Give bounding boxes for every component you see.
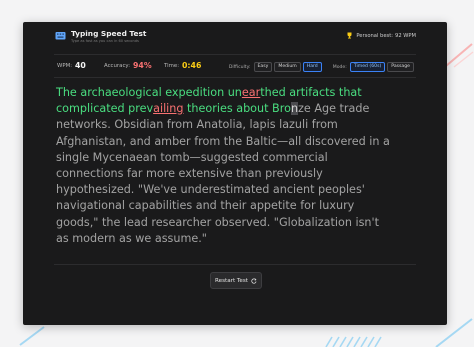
typing-passage[interactable]: The archaeological expedition unearthed … (56, 85, 418, 247)
passage-segment-typed: The archaeological expedition un (56, 86, 242, 99)
typing-test-panel: Typing Speed Test Type as fast as you ca… (23, 22, 447, 325)
passage-segment-pending: ze Age trade networks. Obsidian from Ana… (56, 102, 390, 245)
header-divider (54, 54, 416, 55)
decorative-stroke-red (445, 43, 474, 68)
difficulty-label: Difficulty: (228, 64, 251, 70)
restart-icon (251, 277, 257, 284)
personal-best: Personal best: 92 WPM (346, 32, 416, 39)
passage-segment-error: ailing (153, 102, 184, 116)
passage-segment-error: ear (241, 86, 261, 99)
personal-best-label: Personal best: (356, 32, 394, 39)
difficulty-hard-button[interactable]: Hard (302, 62, 322, 72)
app-title: Typing Speed Test (71, 29, 147, 38)
time-value: 0:46 (182, 61, 202, 70)
app-header: Typing Speed Test Type as fast as you ca… (55, 28, 416, 48)
decorative-stroke-blue (19, 326, 45, 346)
difficulty-medium-button[interactable]: Medium (274, 62, 301, 72)
accuracy-value: 94% (133, 61, 152, 70)
stats-bar: WPM: 40 Accuracy: 94% Time: 0:46 Difficu… (57, 59, 416, 73)
passage-segment-cursor: n (290, 102, 299, 116)
restart-label: Restart Test (215, 277, 248, 284)
accuracy-label: Accuracy: (104, 63, 131, 69)
stats-divider (54, 77, 416, 78)
trophy-icon (347, 32, 352, 39)
mode-label: Mode: (332, 64, 347, 70)
test-controls: Difficulty: Easy Medium Hard Mode: Timed… (229, 62, 416, 72)
mode-passage-button[interactable]: Passage (387, 62, 414, 72)
restart-test-button[interactable]: Restart Test (210, 272, 262, 289)
mode-timed-button[interactable]: Timed (60s) (349, 62, 386, 72)
wpm-value: 40 (75, 61, 86, 70)
keyboard-icon (55, 32, 66, 40)
personal-best-value: 92 WPM (395, 32, 416, 39)
passage-divider (54, 264, 416, 265)
wpm-label: WPM: (57, 63, 73, 69)
app-subtitle: Type as fast as you can in 60 seconds (71, 39, 139, 43)
difficulty-easy-button[interactable]: Easy (253, 62, 273, 72)
passage-segment-typed: theories about Bro (183, 102, 291, 116)
decorative-stripes (325, 336, 382, 347)
time-label: Time: (164, 63, 180, 69)
